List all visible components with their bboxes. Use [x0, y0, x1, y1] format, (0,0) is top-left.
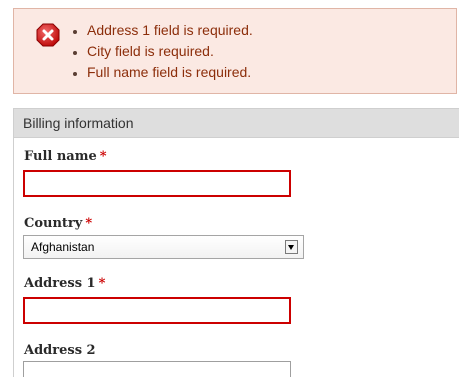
address1-input[interactable] — [23, 297, 291, 324]
address2-input[interactable] — [23, 361, 291, 377]
error-item-address1: Address 1 field is required. — [87, 20, 253, 41]
billing-legend-title: Billing information — [23, 115, 134, 131]
required-marker: * — [99, 149, 107, 164]
error-item-full-name: Full name field is required. — [87, 62, 253, 83]
country-selected-value: Afghanistan — [31, 240, 95, 254]
error-messages: Address 1 field is required. City field … — [13, 8, 457, 94]
country-label: Country * — [24, 216, 92, 231]
billing-legend: Billing information — [14, 109, 459, 138]
country-select[interactable]: Afghanistan — [23, 235, 304, 259]
error-item-city: City field is required. — [87, 41, 253, 62]
full-name-label-text: Full name — [24, 149, 97, 164]
required-marker: * — [98, 276, 106, 291]
address1-label: Address 1 * — [24, 276, 105, 291]
error-list: Address 1 field is required. City field … — [65, 20, 253, 83]
address2-label: Address 2 — [24, 343, 96, 358]
full-name-label: Full name * — [24, 149, 107, 164]
address1-label-text: Address 1 — [24, 276, 96, 291]
billing-fieldset: Billing information Full name * Country * … — [13, 108, 459, 377]
required-marker: * — [85, 216, 93, 231]
chevron-down-icon[interactable] — [285, 240, 298, 254]
country-label-text: Country — [24, 216, 83, 231]
error-x-icon — [36, 23, 60, 47]
full-name-input[interactable] — [23, 170, 291, 197]
